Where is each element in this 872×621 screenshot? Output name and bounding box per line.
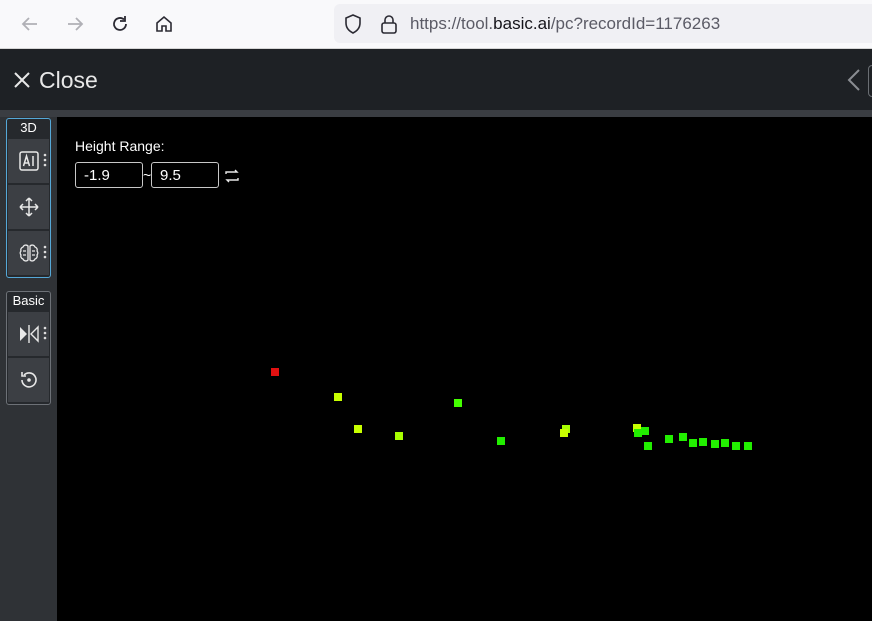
tool-group-3d: 3D: [6, 118, 51, 278]
height-min-input[interactable]: [75, 162, 143, 188]
header-panel-edge[interactable]: [868, 65, 872, 97]
lock-icon[interactable]: [378, 13, 400, 35]
close-label: Close: [39, 66, 98, 93]
close-button[interactable]: Close: [12, 65, 98, 95]
move-icon: [18, 197, 39, 217]
url-host: basic.ai: [493, 14, 551, 33]
url-path: /pc?recordId=1176263: [550, 14, 721, 33]
swap-icon[interactable]: [224, 168, 240, 184]
tool-sidebar: 3D Basic: [0, 117, 57, 621]
point-cloud-viewport[interactable]: [57, 117, 872, 621]
height-range-label: Height Range:: [75, 138, 165, 154]
ai-annotate-icon: [18, 151, 39, 171]
brain-icon: [19, 244, 38, 262]
more-vertical-icon[interactable]: [43, 153, 47, 167]
reload-icon[interactable]: [105, 9, 135, 39]
back-icon[interactable]: [15, 9, 45, 39]
ai-annotate-button[interactable]: [8, 139, 49, 183]
reset-rotate-icon: [20, 372, 37, 388]
tool-group-basic-label: Basic: [12, 293, 45, 308]
header-divider: [0, 110, 872, 117]
brain-button[interactable]: [8, 231, 49, 275]
shield-icon[interactable]: [342, 13, 364, 35]
close-icon: [14, 72, 30, 88]
range-separator: ~: [143, 167, 152, 183]
tool-group-3d-label: 3D: [20, 120, 37, 135]
url-text: https://tool.basic.ai/pc?recordId=117626…: [410, 14, 720, 34]
flip-compare-icon: [19, 325, 39, 343]
reset-view-button[interactable]: [8, 358, 49, 402]
home-icon[interactable]: [149, 9, 179, 39]
flip-compare-button[interactable]: [8, 312, 49, 356]
more-vertical-icon[interactable]: [43, 326, 47, 340]
forward-icon[interactable]: [60, 9, 90, 39]
tool-group-basic: Basic: [6, 291, 51, 405]
address-bar[interactable]: https://tool.basic.ai/pc?recordId=117626…: [334, 4, 872, 43]
browser-toolbar: https://tool.basic.ai/pc?recordId=117626…: [0, 0, 872, 49]
more-vertical-icon[interactable]: [43, 245, 47, 259]
move-button[interactable]: [8, 185, 49, 229]
app-header: Close: [0, 49, 872, 110]
chevron-left-icon[interactable]: [842, 67, 866, 93]
height-max-input[interactable]: [151, 162, 219, 188]
url-prefix: https://tool.: [410, 14, 494, 33]
